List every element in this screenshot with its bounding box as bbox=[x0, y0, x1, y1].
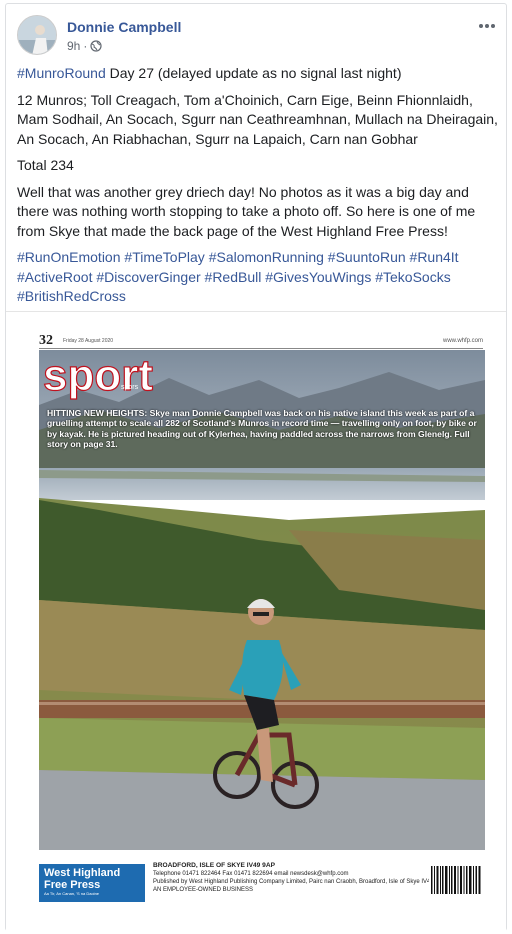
newspaper-footer: West Highland Free Press Aa Tir, An Cana… bbox=[39, 860, 485, 920]
hashtag-link[interactable]: #MunroRound bbox=[17, 65, 106, 81]
hashtag-link[interactable]: #TimeToPlay bbox=[124, 249, 204, 265]
total-text: Total 234 bbox=[17, 157, 74, 173]
page-number: 32 bbox=[39, 333, 53, 348]
contact-line: Telephone 01471 822464 Fax 01471 822694 … bbox=[153, 871, 349, 877]
hashtag-link[interactable]: #TekoSocks bbox=[375, 269, 450, 285]
ownership-line: AN EMPLOYEE-OWNED BUSINESS bbox=[153, 887, 254, 893]
more-dots-icon[interactable] bbox=[477, 19, 497, 33]
facebook-post: Donnie Campbell 9h · #MunroRound Day 27 … bbox=[5, 3, 507, 931]
publisher-line: Published by West Highland Publishing Co… bbox=[153, 879, 447, 885]
hashtag-link[interactable]: #Run4It bbox=[410, 249, 459, 265]
munro-list: 12 Munros; Toll Creagach, Tom a'Choinich… bbox=[17, 91, 498, 147]
whfp-logo: West Highland Free Press Aa Tir, An Cana… bbox=[39, 864, 145, 902]
header-rule bbox=[39, 348, 483, 349]
hashtag-link[interactable]: #RunOnEmotion bbox=[17, 249, 121, 265]
meta-separator: · bbox=[83, 39, 88, 53]
hashtag-link[interactable]: #RedBull bbox=[205, 269, 262, 285]
hashtag-link[interactable]: #SuuntoRun bbox=[328, 249, 406, 265]
hashtag-link[interactable]: #BritishRedCross bbox=[17, 288, 126, 304]
post-time[interactable]: 9h bbox=[67, 39, 80, 53]
page-date: Friday 28 August 2020 bbox=[63, 338, 114, 344]
address-line: BROADFORD, ISLE OF SKYE IV49 9AP bbox=[153, 862, 276, 869]
logo-line2: Free Press bbox=[44, 879, 101, 891]
hashtag-link[interactable]: #ActiveRoot bbox=[17, 269, 92, 285]
newspaper-page: 32 Friday 28 August 2020 www.whfp.com sp… bbox=[33, 328, 489, 926]
logo-tagline: Aa Tir, An Canan, 'S na Daoine bbox=[44, 891, 100, 896]
post-header: Donnie Campbell 9h · bbox=[17, 15, 497, 59]
author-name[interactable]: Donnie Campbell bbox=[67, 19, 181, 35]
post-photo[interactable]: 32 Friday 28 August 2020 www.whfp.com sp… bbox=[6, 311, 506, 931]
post-line-day: #MunroRound Day 27 (delayed update as no… bbox=[17, 64, 499, 84]
photo-caption: HITTING NEW HEIGHTS: Skye man Donnie Cam… bbox=[47, 408, 477, 450]
barcode-icon bbox=[429, 864, 483, 900]
publisher-address: BROADFORD, ISLE OF SKYE IV49 9AP Telepho… bbox=[153, 862, 447, 894]
post-meta: 9h · bbox=[67, 39, 102, 53]
section-subtitle: spors bbox=[121, 384, 139, 391]
post-text: #MunroRound Day 27 (delayed update as no… bbox=[17, 64, 499, 314]
story-text: Well that was another grey driech day! N… bbox=[17, 183, 476, 239]
hashtag-link[interactable]: #DiscoverGinger bbox=[96, 269, 200, 285]
hashtag-link[interactable]: #GivesYouWings bbox=[265, 269, 371, 285]
day-update-text: Day 27 (delayed update as no signal last… bbox=[105, 65, 402, 81]
avatar-image bbox=[18, 16, 56, 54]
section-title: sport bbox=[43, 351, 153, 400]
page-website: www.whfp.com bbox=[442, 338, 483, 344]
logo-line1: West Highland bbox=[44, 867, 121, 879]
author-avatar[interactable] bbox=[17, 15, 57, 55]
globe-icon[interactable] bbox=[90, 40, 102, 52]
hashtag-link[interactable]: #SalomonRunning bbox=[209, 249, 324, 265]
hashtag-list: #RunOnEmotion #TimeToPlay #SalomonRunnin… bbox=[17, 248, 499, 307]
cyclist-photo: sport spors HITTING NEW HEIGHTS: Skye ma… bbox=[39, 350, 485, 850]
